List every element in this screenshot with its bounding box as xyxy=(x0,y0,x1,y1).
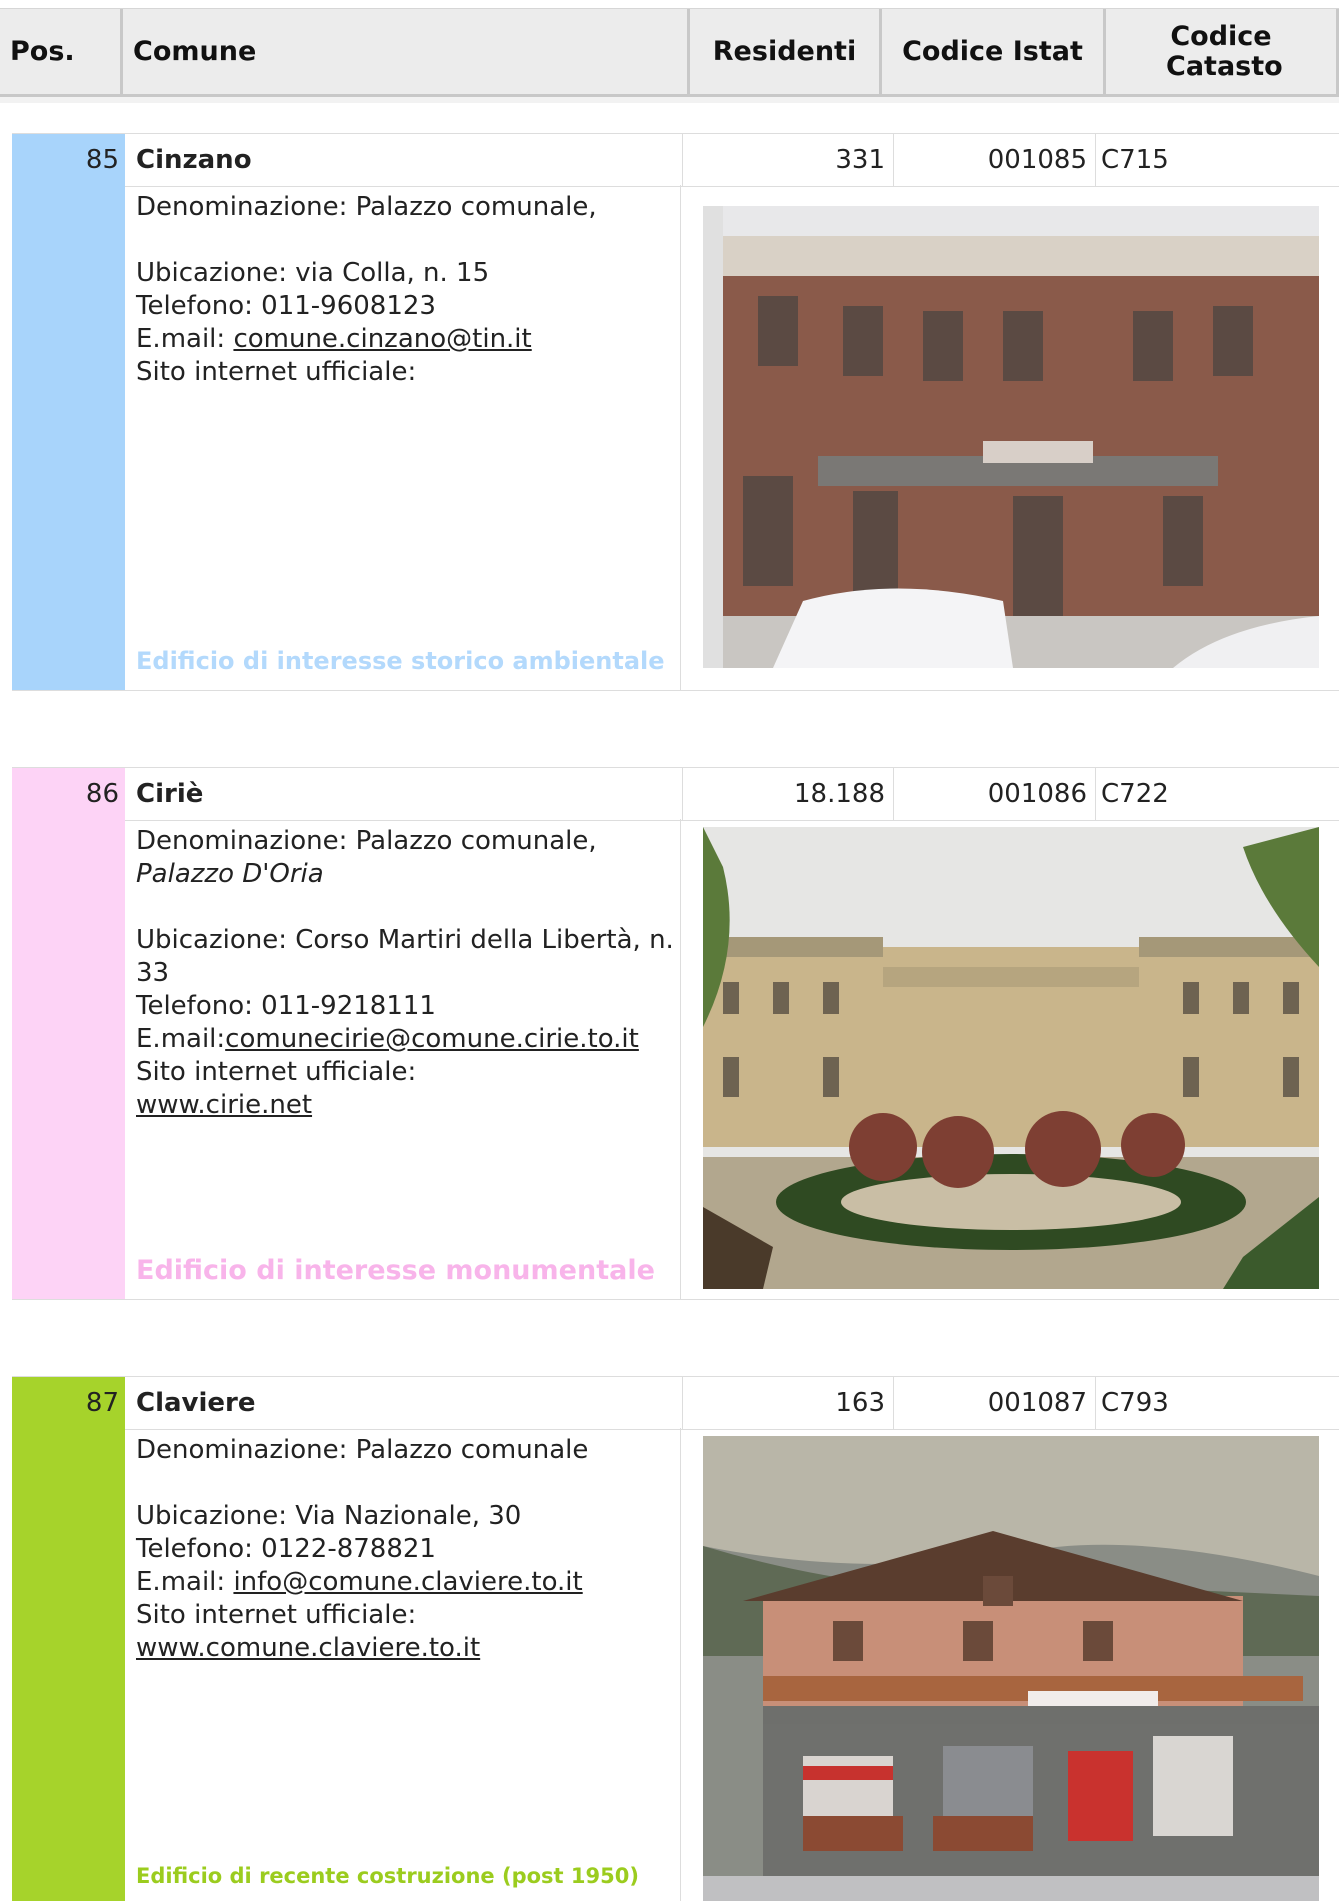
town-hall-photo xyxy=(703,827,1319,1289)
entry-summary-row: 87 Claviere 163 001087 C793 xyxy=(12,1376,1339,1430)
card-bottom-border xyxy=(12,1299,1339,1300)
entry-name: Cinzano xyxy=(136,145,252,175)
header-catasto: Codice Catasto xyxy=(1106,9,1339,97)
entry-catasto: C715 xyxy=(1101,145,1169,175)
column-divider xyxy=(680,185,681,691)
entry-details: Denominazione: Palazzo comunale Ubicazio… xyxy=(136,1434,676,1665)
entry-name: Ciriè xyxy=(136,779,204,809)
entry-istat: 001086 xyxy=(987,779,1087,809)
category-color-bar xyxy=(12,1428,125,1901)
email-line: E.mail: comune.cinzano@tin.it xyxy=(136,323,676,356)
entry-residenti: 331 xyxy=(835,145,885,175)
email-line: E.mail: info@comune.claviere.to.it xyxy=(136,1566,676,1599)
column-divider xyxy=(1095,768,1096,820)
sito-label: Sito internet ufficiale: xyxy=(136,1057,417,1087)
email-link[interactable]: comunecirie@comune.cirie.to.it xyxy=(225,1024,639,1054)
column-divider xyxy=(1095,1377,1096,1429)
email-line: E.mail:comunecirie@comune.cirie.to.it xyxy=(136,1023,676,1056)
entry-catasto: C722 xyxy=(1101,779,1169,809)
entry-card: 87 Claviere 163 001087 C793 Denominazion… xyxy=(12,1376,1339,1901)
email-link[interactable]: info@comune.claviere.to.it xyxy=(233,1567,582,1597)
denominazione: Denominazione: Palazzo comunale, xyxy=(136,192,597,222)
header-comune: Comune xyxy=(123,9,690,97)
entry-details: Denominazione: Palazzo comunale, Ubicazi… xyxy=(136,191,676,389)
header-residenti: Residenti xyxy=(690,9,882,97)
denominazione: Denominazione: Palazzo comunale, xyxy=(136,826,597,856)
header-istat-label: Codice Istat xyxy=(902,36,1083,67)
entry-card: 85 Cinzano 331 001085 C715 Denominazione… xyxy=(12,133,1339,691)
entry-position: 87 xyxy=(12,1377,125,1429)
town-hall-photo xyxy=(703,206,1319,668)
category-color-bar xyxy=(12,185,125,691)
denominazione: Denominazione: Palazzo comunale xyxy=(136,1435,589,1465)
website-link[interactable]: www.comune.claviere.to.it xyxy=(136,1633,480,1663)
building-category: Edificio di interesse storico ambientale xyxy=(136,647,665,675)
header-catasto-label: Codice Catasto xyxy=(1166,20,1283,82)
header-comune-label: Comune xyxy=(133,36,257,67)
ubicazione: Ubicazione: Via Nazionale, 30 xyxy=(136,1501,522,1531)
column-divider xyxy=(680,819,681,1300)
entry-residenti: 163 xyxy=(835,1388,885,1418)
entry-summary-row: 85 Cinzano 331 001085 C715 xyxy=(12,133,1339,187)
card-bottom-border xyxy=(12,690,1339,691)
town-hall-photo xyxy=(703,1436,1319,1901)
entry-summary-row: 86 Ciriè 18.188 001086 C722 xyxy=(12,767,1339,821)
entry-istat: 001085 xyxy=(987,145,1087,175)
website-link[interactable]: www.cirie.net xyxy=(136,1090,312,1120)
entry-card: 86 Ciriè 18.188 001086 C722 Denominazion… xyxy=(12,767,1339,1300)
header-residenti-label: Residenti xyxy=(712,36,857,67)
header-pos-label: Pos. xyxy=(10,36,75,67)
table-header: Pos. Comune Residenti Codice Istat Codic… xyxy=(0,8,1339,103)
entry-details: Denominazione: Palazzo comunale, Palazzo… xyxy=(136,825,676,1122)
entry-istat: 001087 xyxy=(987,1388,1087,1418)
entry-residenti: 18.188 xyxy=(794,779,885,809)
header-istat: Codice Istat xyxy=(882,9,1106,97)
telefono: Telefono: 0122-878821 xyxy=(136,1534,436,1564)
entry-name: Claviere xyxy=(136,1388,256,1418)
telefono: Telefono: 011-9218111 xyxy=(136,991,436,1021)
sito-label: Sito internet ufficiale: xyxy=(136,357,417,387)
entry-position: 85 xyxy=(12,134,125,186)
ubicazione: Ubicazione: via Colla, n. 15 xyxy=(136,258,490,288)
column-divider xyxy=(680,1428,681,1901)
email-label: E.mail: xyxy=(136,1024,226,1054)
email-label: E.mail: xyxy=(136,324,234,354)
column-divider xyxy=(1095,134,1096,186)
category-color-bar xyxy=(12,819,125,1300)
entry-catasto: C793 xyxy=(1101,1388,1169,1418)
telefono: Telefono: 011-9608123 xyxy=(136,291,436,321)
entry-position: 86 xyxy=(12,768,125,820)
sito-label: Sito internet ufficiale: xyxy=(136,1600,417,1630)
ubicazione: Ubicazione: Corso Martiri della Libertà,… xyxy=(136,925,674,988)
email-label: E.mail: xyxy=(136,1567,234,1597)
email-link[interactable]: comune.cinzano@tin.it xyxy=(233,324,531,354)
building-category: Edificio di recente costruzione (post 19… xyxy=(136,1864,639,1888)
header-pos: Pos. xyxy=(0,9,123,97)
building-category: Edificio di interesse monumentale xyxy=(136,1255,655,1286)
denominazione-extra: Palazzo D'Oria xyxy=(136,859,324,889)
